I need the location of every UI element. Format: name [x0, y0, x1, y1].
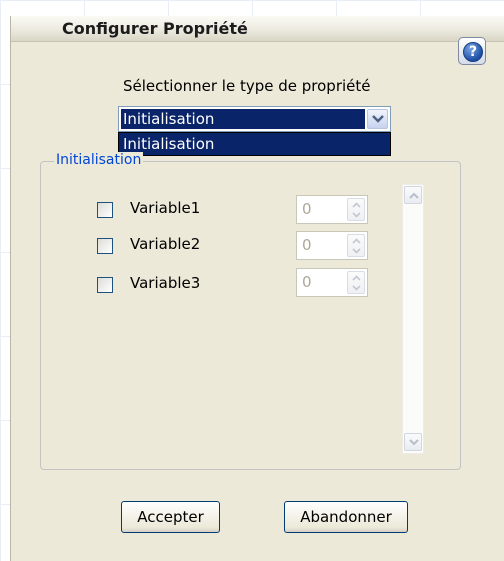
help-icon: ? [463, 42, 483, 62]
property-type-dropdown[interactable]: Initialisation [118, 106, 391, 132]
dropdown-option-initialisation[interactable]: Initialisation [119, 133, 390, 155]
dropdown-arrow-button[interactable] [367, 109, 388, 129]
scroll-down-button[interactable] [404, 433, 422, 451]
variable2-label: Variable2 [130, 235, 201, 253]
chevron-down-icon [409, 439, 419, 446]
variable1-spinner[interactable]: 0 [296, 195, 368, 224]
spin-down-icon [352, 212, 361, 218]
spin-down-icon [352, 285, 361, 291]
variable2-spinner[interactable]: 0 [296, 231, 368, 260]
help-button[interactable]: ? [458, 37, 486, 65]
variable2-checkbox[interactable] [97, 238, 113, 254]
variable3-label: Variable3 [130, 274, 201, 292]
dropdown-list: Initialisation [118, 132, 391, 156]
variable1-label: Variable1 [130, 199, 201, 217]
cancel-button[interactable]: Abandonner [284, 501, 408, 533]
variable3-spinner[interactable]: 0 [296, 268, 368, 297]
spinner-buttons[interactable] [347, 271, 365, 294]
spin-up-icon [352, 202, 361, 208]
window-title: Configurer Propriété [62, 19, 248, 38]
property-type-label: Sélectionner le type de propriété [123, 77, 371, 95]
spinner-buttons[interactable] [347, 234, 365, 257]
variable3-value: 0 [302, 273, 312, 291]
variable1-checkbox[interactable] [97, 202, 113, 218]
groupbox-legend: Initialisation [54, 152, 144, 168]
title-bar[interactable]: Configurer Propriété [11, 16, 504, 42]
variable2-value: 0 [302, 236, 312, 254]
spin-up-icon [352, 238, 361, 244]
variable1-value: 0 [302, 200, 312, 218]
scroll-up-button[interactable] [404, 186, 422, 204]
spin-up-icon [352, 275, 361, 281]
spin-down-icon [352, 248, 361, 254]
variable3-checkbox[interactable] [97, 277, 113, 293]
variables-scrollbar[interactable] [402, 184, 424, 454]
spinner-buttons[interactable] [347, 198, 365, 221]
dropdown-selected-value: Initialisation [121, 109, 365, 129]
chevron-down-icon [372, 115, 384, 123]
chevron-up-icon [409, 192, 419, 199]
accept-button[interactable]: Accepter [121, 501, 220, 533]
